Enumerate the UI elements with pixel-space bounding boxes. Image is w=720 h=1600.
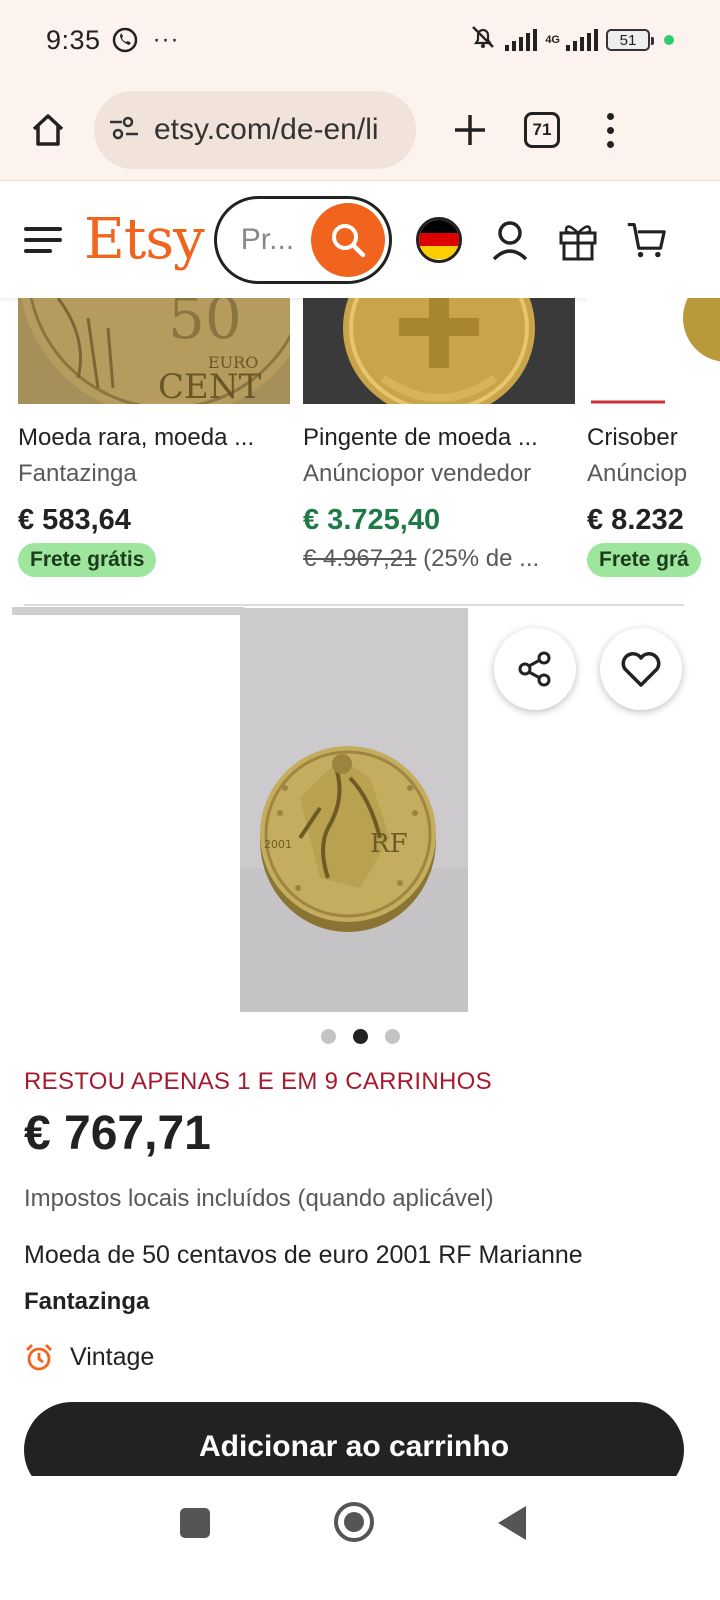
- pagination-dot[interactable]: [320, 1029, 336, 1044]
- recents-button[interactable]: [180, 1508, 210, 1538]
- product-info: RESTOU APENAS 1 E EM 9 CARRINHOS € 767,7…: [24, 1068, 696, 1372]
- new-tab-button[interactable]: [446, 106, 494, 154]
- related-item-original-price: € 4.967,21 (25% de ...: [303, 545, 575, 573]
- related-item-card[interactable]: 50 EURO CENT Moeda rara, moeda ... Fanta…: [18, 298, 290, 577]
- related-item-sale-price: € 3.725,40: [303, 504, 441, 536]
- share-button[interactable]: [494, 628, 576, 710]
- status-time: 9:35: [46, 24, 101, 55]
- free-shipping-badge: Frete grátis: [18, 543, 157, 577]
- alarm-clock-icon: [26, 1344, 52, 1371]
- status-bar: 9:35 ··· 4G 51: [0, 0, 720, 80]
- gift-icon[interactable]: [558, 218, 598, 262]
- url-text: etsy.com/de-en/li: [154, 113, 379, 146]
- divider: [24, 604, 684, 606]
- home-button[interactable]: [24, 106, 72, 154]
- search-icon: [331, 223, 366, 257]
- menu-icon[interactable]: [24, 226, 62, 253]
- coin-mark: RF: [370, 829, 408, 859]
- coin-year: 2001: [264, 838, 292, 851]
- related-item-price: € 8.232: [587, 504, 684, 536]
- condition-label: Vintage: [70, 1342, 155, 1371]
- related-item-price: € 583,64: [18, 504, 131, 536]
- whatsapp-icon: [111, 25, 141, 55]
- privacy-dot-icon: [664, 35, 674, 45]
- battery-level: 51: [619, 31, 637, 49]
- etsy-logo[interactable]: Etsy: [84, 207, 205, 272]
- cart-icon[interactable]: [626, 218, 666, 262]
- related-item-shop: Anúnciop: [587, 460, 688, 487]
- related-item-card[interactable]: Pingente de moeda ... Anúnciopor vendedo…: [303, 298, 575, 573]
- account-icon[interactable]: [490, 218, 530, 262]
- signal-icon-2: [566, 29, 598, 51]
- product-price: € 767,71: [24, 1107, 211, 1160]
- search-placeholder: Pr...: [240, 222, 295, 256]
- browser-menu-button[interactable]: [600, 112, 620, 148]
- tab-switcher-button[interactable]: 71: [524, 112, 560, 148]
- status-more: ···: [152, 26, 180, 53]
- svg-text:50: 50: [168, 298, 242, 352]
- etsy-header: Etsy Pr...: [0, 180, 720, 298]
- browser-toolbar: etsy.com/de-en/li 71: [0, 80, 720, 180]
- stock-notice: RESTOU APENAS 1 E EM 9 CARRINHOS: [24, 1068, 492, 1095]
- free-shipping-badge: Frete grá: [587, 543, 701, 577]
- related-item-card[interactable]: Crisober Anúnciop € 8.232 Frete grá: [587, 298, 720, 577]
- screen: 9:35 ··· 4G 51 etsy.com/de-en/li 71 Etsy…: [0, 0, 720, 1600]
- system-nav-bar: [0, 1476, 720, 1600]
- product-title: Moeda de 50 centavos de euro 2001 RF Mar…: [24, 1241, 583, 1269]
- heart-icon: [621, 652, 661, 687]
- search-input[interactable]: Pr...: [213, 195, 392, 284]
- related-item-shop: Fantazinga: [18, 460, 137, 487]
- pagination-dot[interactable]: [384, 1029, 400, 1044]
- related-items-carousel[interactable]: 50 EURO CENT Moeda rara, moeda ... Fanta…: [0, 298, 720, 618]
- network-type: 4G: [545, 34, 560, 46]
- related-item-shop: Anúnciopor vendedor: [303, 460, 532, 487]
- strikethrough-price: € 4.967,21: [303, 545, 417, 572]
- address-bar[interactable]: etsy.com/de-en/li: [94, 91, 416, 169]
- pagination-dot-active[interactable]: [352, 1029, 368, 1044]
- home-icon: [32, 114, 64, 146]
- home-nav-button[interactable]: [334, 1502, 374, 1542]
- product-image[interactable]: 2001 RF: [240, 608, 468, 1012]
- carousel-scroll-indicator: [12, 607, 244, 615]
- product-thumbnail[interactable]: 50 EURO CENT: [18, 298, 290, 404]
- discount-text: (25% de ...: [423, 545, 540, 572]
- site-settings-icon[interactable]: [108, 114, 140, 147]
- product-thumbnail[interactable]: [303, 298, 575, 404]
- shop-name-link[interactable]: Fantazinga: [24, 1288, 696, 1316]
- product-thumbnail[interactable]: [587, 298, 720, 404]
- battery-icon: 51: [606, 29, 654, 51]
- tax-note: Impostos locais incluídos (quando aplicá…: [24, 1185, 494, 1212]
- share-icon: [518, 651, 551, 687]
- signal-icon: [505, 29, 538, 51]
- region-flag-icon[interactable]: [415, 216, 462, 263]
- related-item-title: Pingente de moeda ...: [303, 424, 538, 451]
- image-pagination-dots[interactable]: [0, 1029, 720, 1044]
- mute-icon: [469, 23, 497, 58]
- related-item-title: Crisober: [587, 424, 678, 451]
- search-button[interactable]: [310, 202, 385, 277]
- svg-text:CENT: CENT: [158, 367, 262, 404]
- condition-row: Vintage: [24, 1342, 696, 1372]
- back-button[interactable]: [498, 1506, 526, 1540]
- related-item-title: Moeda rara, moeda ...: [18, 424, 255, 451]
- plus-icon: [455, 115, 485, 145]
- favorite-button[interactable]: [600, 628, 682, 710]
